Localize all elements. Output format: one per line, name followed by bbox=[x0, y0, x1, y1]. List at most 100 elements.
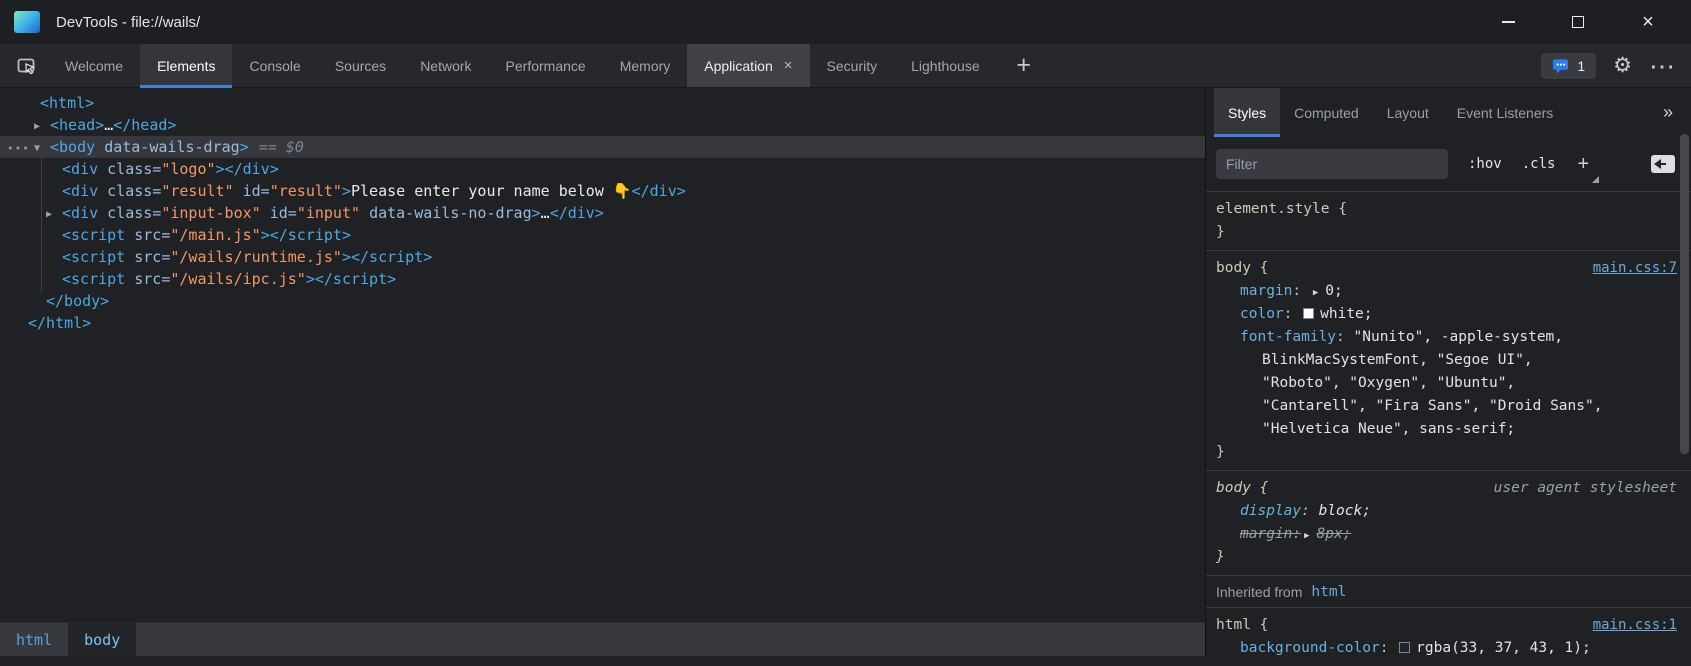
scrollbar-thumb[interactable] bbox=[1680, 134, 1689, 454]
rule-origin-label: user agent stylesheet bbox=[1494, 477, 1691, 500]
tree-line-body-close[interactable]: </body> bbox=[0, 290, 1205, 312]
devtools-tabbar: Welcome Elements Console Sources Network… bbox=[0, 44, 1691, 88]
tab-application[interactable]: Application × bbox=[687, 44, 809, 87]
breadcrumb-body[interactable]: body bbox=[68, 623, 136, 656]
close-button[interactable]: × bbox=[1613, 0, 1683, 44]
tree-line-div-input-box[interactable]: ▶<div class="input-box" id="input" data-… bbox=[0, 202, 1205, 224]
property-font-family-wrap[interactable]: BlinkMacSystemFont, "Segoe UI", bbox=[1206, 349, 1691, 372]
source-link-maincss1[interactable]: main.css:1 bbox=[1593, 614, 1691, 637]
more-dots-icon: ⋯ bbox=[1649, 51, 1675, 81]
chevron-double-right-icon: » bbox=[1663, 102, 1673, 122]
feedback-badge-button[interactable]: 1 bbox=[1541, 53, 1596, 79]
elements-breadcrumb: html body bbox=[0, 622, 1205, 656]
maximize-button[interactable] bbox=[1543, 0, 1613, 44]
selector-body[interactable]: body bbox=[1216, 257, 1251, 280]
tree-line-div-logo[interactable]: <div class="logo"></div> bbox=[0, 158, 1205, 180]
toggle-hover-state-button[interactable]: :hov bbox=[1468, 156, 1502, 172]
tab-layout[interactable]: Layout bbox=[1373, 88, 1443, 137]
tab-event-listeners[interactable]: Event Listeners bbox=[1443, 88, 1568, 137]
inherited-from-label: Inherited from bbox=[1216, 584, 1302, 600]
sidebar-tabs: Styles Computed Layout Event Listeners » bbox=[1206, 88, 1691, 137]
close-icon: × bbox=[1642, 12, 1654, 32]
styles-sidebar: Styles Computed Layout Event Listeners »… bbox=[1205, 88, 1691, 656]
add-tab-button[interactable]: + bbox=[1003, 44, 1045, 87]
tab-computed[interactable]: Computed bbox=[1280, 88, 1373, 137]
toggle-classes-button[interactable]: .cls bbox=[1522, 156, 1556, 172]
chat-bubble-icon bbox=[1552, 58, 1569, 74]
devtools-logo-icon bbox=[14, 11, 40, 33]
tab-elements[interactable]: Elements bbox=[140, 44, 232, 87]
maximize-icon bbox=[1572, 16, 1584, 28]
tree-line-script-runtime[interactable]: <script src="/wails/runtime.js"></script… bbox=[0, 246, 1205, 268]
property-font-family-wrap[interactable]: "Helvetica Neue", sans-serif; bbox=[1206, 418, 1691, 441]
collapse-arrow-icon[interactable]: ▼ bbox=[34, 138, 50, 160]
rule-html-maincss: html {main.css:1 background-color: rgba(… bbox=[1206, 608, 1691, 666]
arrow-left-icon-bar bbox=[1661, 163, 1666, 165]
color-swatch-white[interactable] bbox=[1303, 308, 1314, 319]
tab-styles[interactable]: Styles bbox=[1214, 88, 1280, 137]
tab-performance[interactable]: Performance bbox=[489, 44, 603, 87]
arrow-left-icon bbox=[1654, 159, 1661, 169]
selector-body-ua[interactable]: body bbox=[1216, 477, 1251, 500]
minimize-button[interactable] bbox=[1473, 0, 1543, 44]
tab-network[interactable]: Network bbox=[403, 44, 488, 87]
badge-count: 1 bbox=[1577, 58, 1585, 74]
inherited-from-header: Inherited from html bbox=[1206, 576, 1691, 608]
minimize-icon bbox=[1502, 21, 1515, 23]
settings-button[interactable]: ⚙ bbox=[1613, 55, 1632, 76]
rule-element-style: element.style { } bbox=[1206, 192, 1691, 251]
breadcrumb-html[interactable]: html bbox=[0, 623, 68, 656]
property-background-color[interactable]: background-color: rgba(33, 37, 43, 1); bbox=[1206, 637, 1691, 660]
tree-line-div-result[interactable]: <div class="result" id="result">Please e… bbox=[0, 180, 1205, 202]
selector-html[interactable]: html bbox=[1216, 614, 1251, 637]
tab-welcome[interactable]: Welcome bbox=[48, 44, 140, 87]
pointing-down-emoji: 👇 bbox=[613, 182, 632, 200]
more-options-button[interactable]: ⋯ bbox=[1649, 60, 1675, 72]
window-title: DevTools - file://wails/ bbox=[56, 14, 200, 31]
indent-guide bbox=[41, 158, 42, 292]
tab-console[interactable]: Console bbox=[232, 44, 317, 87]
elements-tree-panel: <html> ▶<head>…</head> •••▼<body data-wa… bbox=[0, 88, 1205, 622]
color-swatch-dark[interactable] bbox=[1399, 642, 1410, 653]
tree-line-script-main[interactable]: <script src="/main.js"></script> bbox=[0, 224, 1205, 246]
inspect-icon bbox=[15, 54, 39, 78]
more-panels-button[interactable]: » bbox=[1663, 102, 1673, 123]
expand-arrow-icon[interactable]: ▶ bbox=[1313, 288, 1318, 298]
tab-sources[interactable]: Sources bbox=[318, 44, 403, 87]
tree-line-body-selected[interactable]: •••▼<body data-wails-drag>== $0 bbox=[0, 136, 1205, 158]
tab-lighthouse[interactable]: Lighthouse bbox=[894, 44, 997, 87]
window-controls: × bbox=[1473, 0, 1683, 44]
property-font-family[interactable]: font-family: "Nunito", -apple-system, bbox=[1206, 326, 1691, 349]
styles-filter-input[interactable] bbox=[1216, 149, 1448, 179]
dock-sidebar-button[interactable] bbox=[1651, 155, 1675, 173]
property-color[interactable]: color: white; bbox=[1206, 303, 1691, 326]
source-link-maincss7[interactable]: main.css:7 bbox=[1593, 257, 1691, 280]
inspect-element-button[interactable] bbox=[6, 44, 48, 87]
selected-node-annotation: == $0 bbox=[259, 138, 304, 156]
new-style-rule-button[interactable]: + bbox=[1577, 153, 1589, 176]
rule-body-maincss: body {main.css:7 margin: ▶0; color: whit… bbox=[1206, 251, 1691, 471]
property-font-family-wrap[interactable]: "Cantarell", "Fira Sans", "Droid Sans", bbox=[1206, 395, 1691, 418]
tree-line-html-open[interactable]: <html> bbox=[0, 92, 1205, 114]
property-display[interactable]: display: block; bbox=[1206, 500, 1691, 523]
property-margin[interactable]: margin: ▶0; bbox=[1206, 280, 1691, 303]
rule-body-user-agent: body {user agent stylesheet display: blo… bbox=[1206, 471, 1691, 576]
tree-line-html-close[interactable]: </html> bbox=[0, 312, 1205, 334]
property-margin-overridden[interactable]: margin:▶8px; bbox=[1206, 523, 1691, 546]
close-tab-icon[interactable]: × bbox=[784, 58, 793, 73]
selector-element-style[interactable]: element.style bbox=[1216, 198, 1330, 221]
gear-icon: ⚙ bbox=[1613, 54, 1632, 77]
tab-security[interactable]: Security bbox=[810, 44, 895, 87]
add-icon: + bbox=[1016, 51, 1031, 80]
tree-line-script-ipc[interactable]: <script src="/wails/ipc.js"></script> bbox=[0, 268, 1205, 290]
tree-line-head[interactable]: ▶<head>…</head> bbox=[0, 114, 1205, 136]
expand-arrow-icon[interactable]: ▶ bbox=[34, 116, 50, 138]
inherited-from-html-link[interactable]: html bbox=[1311, 584, 1346, 600]
row-overflow-dots-icon[interactable]: ••• bbox=[4, 138, 34, 160]
expand-arrow-icon[interactable]: ▶ bbox=[1304, 531, 1309, 541]
window-titlebar: DevTools - file://wails/ × bbox=[0, 0, 1691, 44]
tab-memory[interactable]: Memory bbox=[603, 44, 688, 87]
toolbar-right-cluster: 1 ⚙ ⋯ bbox=[1541, 44, 1675, 87]
expand-arrow-icon[interactable]: ▶ bbox=[46, 204, 62, 226]
property-font-family-wrap[interactable]: "Roboto", "Oxygen", "Ubuntu", bbox=[1206, 372, 1691, 395]
